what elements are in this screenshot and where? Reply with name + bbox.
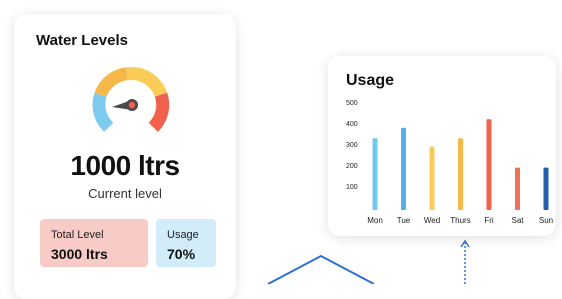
current-level-value: 1000 ltrs <box>70 150 180 181</box>
y-tick-label: 500 <box>346 100 358 107</box>
x-tick-label-tue: Tue <box>397 216 411 225</box>
x-tick-label-wed: Wed <box>424 216 440 225</box>
usage-percent-value: 70% <box>167 246 196 262</box>
bar-sat <box>515 167 520 210</box>
x-tick-label-sat: Sat <box>511 216 524 225</box>
x-tick-label-sun: Sun <box>539 216 553 225</box>
x-tick-label-fri: Fri <box>484 216 494 225</box>
connector-peak-line <box>267 254 375 284</box>
usage-bar-chart: 100 200 300 400 500 Mon Tue Wed Thurs Fri Sat Sun <box>346 100 553 225</box>
current-level-caption: Current level <box>88 186 162 201</box>
y-tick-label: 400 <box>346 121 358 128</box>
bar-wed <box>429 146 435 210</box>
y-tick-label: 300 <box>346 142 358 149</box>
usage-percent-label: Usage <box>167 229 199 241</box>
usage-card: Usage 100 200 300 400 500 Mon Tue Wed Thurs Fri Sa… <box>328 56 556 236</box>
total-level-box: Total Level 3000 ltrs <box>40 219 148 267</box>
bar-mon <box>372 138 378 210</box>
y-tick-label: 100 <box>346 184 358 191</box>
water-levels-card: Water Levels 1000 ltrs Current level Tot… <box>14 14 236 299</box>
water-levels-title: Water Levels <box>36 32 128 49</box>
gauge-icon <box>92 66 170 132</box>
usage-percent-box: Usage 70% <box>156 219 216 267</box>
bar-tue <box>401 127 406 210</box>
total-level-value: 3000 ltrs <box>51 246 108 262</box>
total-level-label: Total Level <box>51 229 104 241</box>
bar-fri <box>486 119 492 210</box>
x-tick-label-mon: Mon <box>367 216 383 225</box>
x-tick-label-thurs: Thurs <box>450 216 470 225</box>
bar-thurs <box>458 138 463 210</box>
y-tick-label: 200 <box>346 163 358 170</box>
bar-sun <box>543 167 549 210</box>
